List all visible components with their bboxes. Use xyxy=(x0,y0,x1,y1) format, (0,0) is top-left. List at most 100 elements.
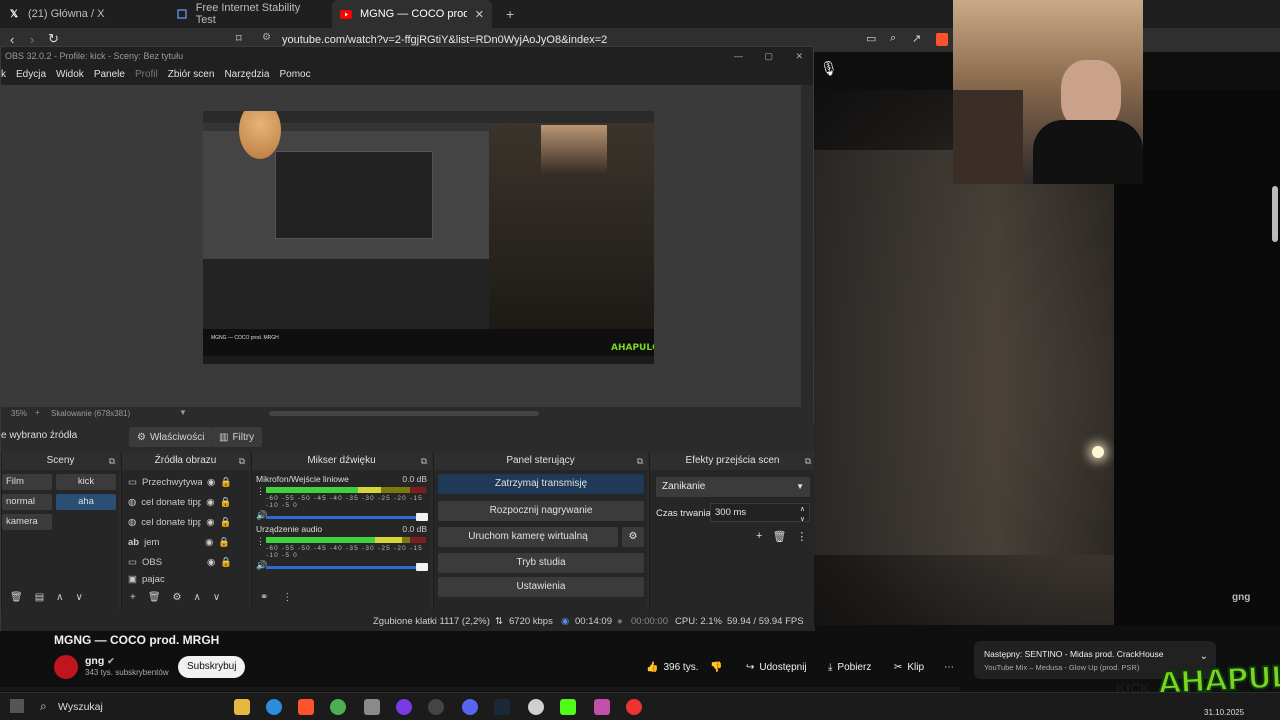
move-down-icon[interactable]: ∨ xyxy=(75,592,82,603)
discord-icon[interactable] xyxy=(462,699,478,715)
more-actions-button[interactable]: ⋯ xyxy=(944,657,954,677)
link-icon[interactable]: ⚭ xyxy=(260,592,268,603)
menu-file[interactable]: k xyxy=(1,65,11,85)
remove-icon[interactable]: 🗑 xyxy=(148,592,161,603)
menu-tools[interactable]: Narzędzia xyxy=(219,65,274,85)
new-tab-button[interactable]: + xyxy=(498,0,522,28)
volume-slider[interactable] xyxy=(266,516,424,519)
visibility-icon[interactable]: ◉ xyxy=(207,477,215,488)
url-field[interactable]: youtube.com/watch?v=2-ffgjRGtiY&list=RDn… xyxy=(282,34,607,46)
properties-button[interactable]: ⚙ Właściwości xyxy=(129,427,213,447)
menu-dots-icon[interactable]: ⋮ xyxy=(282,592,292,603)
source-item[interactable]: ▭ Przechwytywa ◉ 🔒 xyxy=(128,474,238,490)
undock-icon[interactable]: ⧉ xyxy=(109,452,115,470)
menu-help[interactable]: Pomoc xyxy=(274,65,315,85)
visibility-icon[interactable]: ◉ xyxy=(207,557,215,568)
file-explorer-icon[interactable] xyxy=(234,699,250,715)
edge-icon[interactable] xyxy=(266,699,282,715)
duration-input[interactable]: 300 ms ∧ ∨ xyxy=(710,503,810,523)
avatar[interactable] xyxy=(54,655,78,679)
source-item[interactable]: ▣ pajac xyxy=(128,574,238,584)
windows-start-icon[interactable] xyxy=(10,699,24,713)
undock-icon[interactable]: ⧉ xyxy=(421,452,427,470)
maximize-icon[interactable]: ▢ xyxy=(764,47,773,65)
chrome-icon[interactable] xyxy=(330,699,346,715)
move-down-icon[interactable]: ∨ xyxy=(213,592,220,603)
stop-streaming-button[interactable]: Zatrzymaj transmisję xyxy=(438,474,644,494)
menu-scene-collection[interactable]: Zbiór scen xyxy=(163,65,220,85)
app-icon[interactable] xyxy=(528,699,544,715)
back-icon[interactable]: ‹ xyxy=(10,32,14,47)
menu-docks[interactable]: Panele xyxy=(89,65,130,85)
lock-icon[interactable]: 🔒 xyxy=(220,517,232,528)
taskbar-search[interactable]: Wyszukaj xyxy=(58,701,103,713)
chevron-down-icon[interactable]: ▼ xyxy=(179,408,187,417)
lock-icon[interactable]: 🔒 xyxy=(220,477,232,488)
scene-filter-icon[interactable]: ▤ xyxy=(35,592,44,603)
visibility-icon[interactable]: ◉ xyxy=(206,517,214,528)
minimize-icon[interactable]: — xyxy=(734,47,743,65)
cast-icon[interactable]: ▭ xyxy=(866,32,876,45)
remove-icon[interactable]: 🗑 xyxy=(772,530,786,543)
menu-dots-icon[interactable]: ⋮ xyxy=(256,536,265,547)
subscribe-button[interactable]: Subskrybuj xyxy=(178,656,246,678)
forward-icon[interactable]: › xyxy=(30,32,34,47)
kick-icon[interactable] xyxy=(560,699,576,715)
clip-button[interactable]: ✂ Klip xyxy=(894,657,924,677)
zoom-in-icon[interactable]: + xyxy=(35,408,40,417)
menu-dots-icon[interactable]: ⋮ xyxy=(796,530,807,543)
app-icon[interactable] xyxy=(364,699,380,715)
studio-mode-button[interactable]: Tryb studia xyxy=(438,553,644,573)
brave-icon[interactable] xyxy=(298,699,314,715)
remove-icon[interactable]: 🗑 xyxy=(10,592,23,603)
site-settings-icon[interactable]: ⚙ xyxy=(262,32,271,43)
obs-icon[interactable] xyxy=(428,699,444,715)
undock-icon[interactable]: ⧉ xyxy=(239,452,245,470)
steam-icon[interactable] xyxy=(494,699,510,715)
source-item[interactable]: ◍ cel donate tipp ◉ 🔒 xyxy=(128,494,238,510)
zoom-icon[interactable]: ⌕ xyxy=(890,32,896,45)
undock-icon[interactable]: ⧉ xyxy=(805,452,811,470)
settings-button[interactable]: Ustawienia xyxy=(438,577,644,597)
brave-shield-icon[interactable] xyxy=(936,33,948,46)
add-icon[interactable]: + xyxy=(130,592,136,603)
chevron-down-icon[interactable]: ⌄ xyxy=(1200,651,1208,662)
source-item[interactable]: ▭ OBS ◉ 🔒 xyxy=(128,554,238,570)
menu-view[interactable]: Widok xyxy=(51,65,89,85)
microphone-icon[interactable]: 🎙 xyxy=(820,60,838,77)
spin-down-icon[interactable]: ∨ xyxy=(800,511,805,528)
bookmark-icon[interactable]: ⌑ xyxy=(236,32,242,45)
start-recording-button[interactable]: Rozpocznij nagrywanie xyxy=(438,501,644,521)
reload-icon[interactable]: ↻ xyxy=(48,31,59,47)
visibility-icon[interactable]: ◉ xyxy=(205,537,213,548)
gear-icon[interactable]: ⚙ xyxy=(173,592,182,603)
source-item[interactable]: ◍ cel donate tipp ◉ 🔒 xyxy=(128,514,238,530)
menu-dots-icon[interactable]: ⋮ xyxy=(256,486,265,497)
app-icon[interactable] xyxy=(626,699,642,715)
close-icon[interactable]: ✕ xyxy=(795,47,803,65)
scene-item[interactable]: Film xyxy=(2,474,52,490)
volume-slider-handle[interactable] xyxy=(416,513,428,521)
dislike-button[interactable]: 👎 xyxy=(710,657,722,677)
like-button[interactable]: 👍 396 tys. xyxy=(646,657,698,677)
move-up-icon[interactable]: ∧ xyxy=(194,592,201,603)
move-up-icon[interactable]: ∧ xyxy=(56,592,63,603)
add-transition-icon[interactable]: + xyxy=(756,530,762,543)
source-item[interactable]: ab jem ◉ 🔒 xyxy=(128,534,238,550)
download-button[interactable]: ⤓ Pobierz xyxy=(828,657,871,677)
tab-youtube[interactable]: MGNG — COCO prod. MRGH - Y ✕ xyxy=(332,0,492,28)
virtual-camera-settings-icon[interactable]: ⚙ xyxy=(622,527,644,547)
filters-button[interactable]: ▥ Filtry xyxy=(211,427,263,447)
menu-edit[interactable]: Edycja xyxy=(11,65,51,85)
scene-item[interactable]: kick xyxy=(56,474,116,490)
start-virtual-camera-button[interactable]: Uruchom kamerę wirtualną xyxy=(438,527,618,547)
close-icon[interactable]: ✕ xyxy=(475,8,484,21)
transition-select[interactable]: Zanikanie ▼ xyxy=(656,477,810,497)
share-icon[interactable]: ↗ xyxy=(912,32,921,45)
volume-slider-handle[interactable] xyxy=(416,563,428,571)
scene-item[interactable]: kamera xyxy=(2,514,52,530)
horizontal-scrollbar[interactable] xyxy=(269,411,539,416)
share-button[interactable]: ↪ Udostępnij xyxy=(746,657,807,677)
lock-icon[interactable]: 🔒 xyxy=(220,497,232,508)
lock-icon[interactable]: 🔒 xyxy=(218,537,230,548)
